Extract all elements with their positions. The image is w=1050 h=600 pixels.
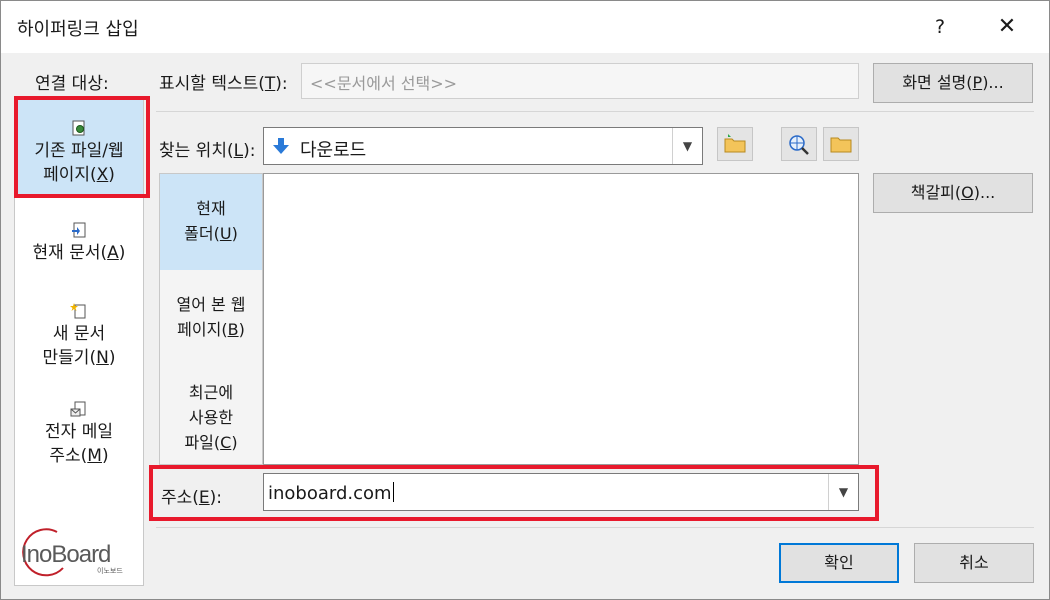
nav-email-label: 전자 메일 주소(M) bbox=[45, 422, 113, 466]
nav-place-in-this-document[interactable]: 현재 문서(A) bbox=[15, 221, 143, 265]
bookmark-button[interactable]: 책갈피(O)... bbox=[873, 173, 1033, 213]
insert-hyperlink-dialog: 하이퍼링크 삽입 ? ✕ 연결 대상: 기존 파일/웹 페이지(X) 현재 문서(… bbox=[0, 0, 1050, 600]
open-folder-icon bbox=[830, 137, 852, 153]
link-to-label: 연결 대상: bbox=[35, 74, 109, 94]
browse-web-button[interactable] bbox=[781, 127, 817, 161]
text-to-display-label: 표시할 텍스트(T): bbox=[159, 74, 288, 94]
highlight-box-existing bbox=[14, 96, 150, 198]
tab-current-folder[interactable]: 현재 폴더(U) bbox=[160, 174, 262, 270]
file-list[interactable] bbox=[263, 173, 859, 465]
nav-create-new-document[interactable]: 새 문서 만들기(N) bbox=[15, 302, 143, 370]
ok-button[interactable]: 확인 bbox=[779, 543, 899, 583]
current-document-icon bbox=[72, 222, 86, 238]
look-in-dropdown[interactable]: 다운로드 ▼ bbox=[263, 127, 703, 165]
close-button[interactable]: ✕ bbox=[987, 9, 1027, 45]
chevron-down-icon[interactable]: ▼ bbox=[672, 128, 702, 164]
svg-text:InoBoard: InoBoard bbox=[21, 541, 110, 568]
help-button[interactable]: ? bbox=[923, 9, 957, 45]
browse-web-icon bbox=[789, 135, 809, 155]
text-to-display-field[interactable]: <<문서에서 선택>> bbox=[301, 63, 859, 99]
separator-top bbox=[156, 111, 1034, 112]
download-arrow-icon bbox=[273, 138, 289, 154]
separator-bottom bbox=[156, 527, 1034, 528]
look-in-value: 다운로드 bbox=[300, 140, 367, 161]
browse-file-button[interactable] bbox=[823, 127, 859, 161]
svg-text:이노보드: 이노보드 bbox=[97, 566, 123, 575]
dialog-title: 하이퍼링크 삽입 bbox=[17, 19, 139, 40]
location-tabs: 현재 폴더(U) 열어 본 웹 페이지(B) 최근에 사용한 파일(C) bbox=[159, 173, 263, 465]
highlight-box-address bbox=[149, 465, 879, 521]
cancel-button[interactable]: 취소 bbox=[914, 543, 1034, 583]
tab-recent-files[interactable]: 최근에 사용한 파일(C) bbox=[160, 380, 262, 455]
nav-email-address[interactable]: 전자 메일 주소(M) bbox=[15, 400, 143, 468]
tab-browsed-pages[interactable]: 열어 본 웹 페이지(B) bbox=[160, 292, 262, 342]
title-bar: 하이퍼링크 삽입 ? ✕ bbox=[1, 1, 1049, 53]
nav-new-label: 새 문서 만들기(N) bbox=[42, 324, 116, 368]
screentip-button[interactable]: 화면 설명(P)... bbox=[873, 63, 1033, 103]
look-in-label: 찾는 위치(L): bbox=[159, 141, 256, 161]
new-document-icon bbox=[70, 303, 86, 319]
nav-current-label: 현재 문서(A) bbox=[32, 243, 126, 263]
inoboard-logo: InoBoard 이노보드 bbox=[21, 528, 123, 577]
up-one-folder-button[interactable] bbox=[717, 127, 753, 161]
folder-up-icon bbox=[724, 134, 746, 153]
email-icon bbox=[70, 401, 86, 417]
